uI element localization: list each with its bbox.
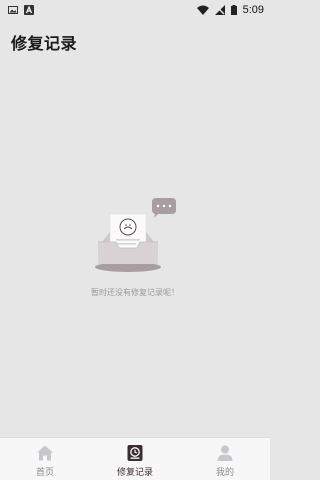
- image-icon: [8, 6, 18, 14]
- a-badge-icon: [24, 5, 34, 15]
- status-right: 5:09: [196, 4, 264, 16]
- inbox-document-chat-icon: [95, 198, 176, 272]
- battery-icon: [230, 5, 237, 15]
- history-icon: [127, 445, 143, 461]
- status-left: [8, 5, 34, 15]
- nav-item-home[interactable]: 首页: [0, 438, 90, 480]
- bottom-nav: 首页 修复记录 我的: [0, 437, 270, 480]
- signal-off-icon: [214, 5, 225, 15]
- status-time: 5:09: [242, 4, 264, 16]
- empty-state-message: 暂时还没有修复记录呢！: [91, 288, 179, 297]
- nav-label-profile: 我的: [215, 468, 234, 478]
- home-icon: [37, 445, 53, 461]
- user-icon: [217, 445, 233, 461]
- wifi-icon: [196, 5, 209, 15]
- nav-item-profile[interactable]: 我的: [180, 438, 270, 480]
- status-bar: 5:09: [0, 0, 270, 20]
- nav-label-home: 首页: [35, 468, 54, 478]
- nav-item-history[interactable]: 修复记录: [90, 438, 180, 480]
- nav-label-history: 修复记录: [116, 468, 153, 478]
- page-title: 修复记录: [11, 34, 78, 53]
